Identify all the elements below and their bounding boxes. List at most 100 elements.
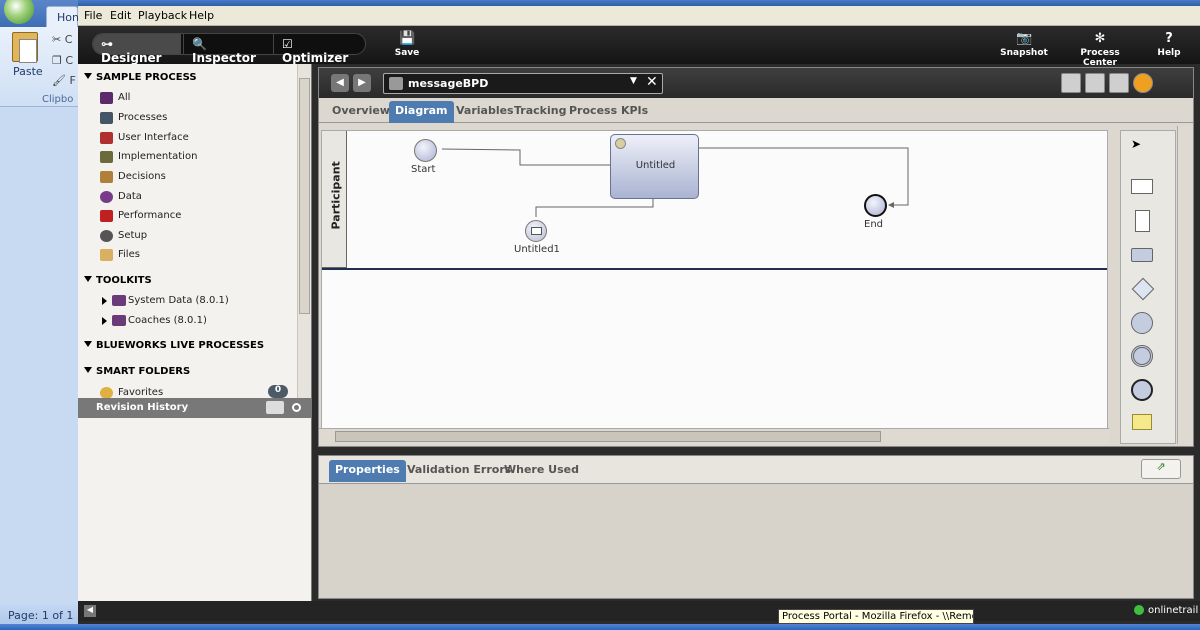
cut-button[interactable]: ✂ C [52, 33, 72, 46]
bpd-selector[interactable]: messageBPD ▼ ✕ [383, 73, 663, 94]
menu-edit[interactable]: Edit [110, 9, 131, 22]
menu-help[interactable]: Help [189, 9, 214, 22]
snapshot-label: Snapshot [1000, 48, 1048, 58]
camera-icon[interactable] [266, 401, 284, 414]
start-event-tool-icon[interactable] [1131, 312, 1153, 334]
camera-icon: 📷 [1016, 31, 1033, 46]
tab-where-used[interactable]: Where Used [504, 463, 579, 476]
save-label: Save [394, 48, 420, 58]
sidebar-item-setup[interactable]: Setup [100, 229, 147, 245]
paste-label[interactable]: Paste [13, 65, 43, 78]
diagram-canvas[interactable]: Participant Start Untitled Untitled1 End [321, 130, 1108, 430]
copy-label: C [65, 54, 74, 67]
tab-validation-errors[interactable]: Validation Errors [407, 463, 511, 476]
close-icon[interactable]: ✕ [646, 74, 658, 90]
document-icon[interactable] [1061, 73, 1081, 93]
revision-history-bar[interactable]: Revision History [78, 398, 312, 418]
sidebar-item-label: Setup [118, 230, 148, 241]
check-icon[interactable] [1085, 73, 1105, 93]
tab-tracking[interactable]: Tracking [514, 104, 566, 117]
copy-button[interactable]: ❐ C [52, 54, 73, 67]
toolkit-label: Coaches (8.0.1) [128, 315, 207, 326]
run-play-icon[interactable] [1133, 73, 1153, 93]
sidebar-item-label: Decisions [118, 171, 166, 182]
editor-tabs: Overview Diagram Variables Tracking Proc… [319, 98, 1193, 123]
end-event[interactable] [864, 194, 887, 217]
properties-tabs: Properties Validation Errors Where Used … [319, 456, 1193, 484]
section-smart-folders[interactable]: SMART FOLDERS [84, 366, 190, 377]
canvas-vertical-scrollbar[interactable] [1177, 126, 1193, 444]
bpd-process-icon [389, 77, 403, 90]
start-event[interactable] [414, 139, 437, 162]
sidebar-scrollbar[interactable] [297, 64, 311, 398]
tab-process-kpis[interactable]: Process KPIs [569, 104, 648, 117]
section-sample-process[interactable]: SAMPLE PROCESS [84, 72, 197, 83]
properties-panel: Properties Validation Errors Where Used … [318, 455, 1194, 599]
menu-playback[interactable]: Playback [138, 9, 187, 22]
export-icon[interactable]: ⇗ [1141, 459, 1181, 479]
sidebar-scroll-thumb[interactable] [299, 78, 310, 314]
revision-history-label: Revision History [96, 402, 189, 413]
paste-icon[interactable] [12, 32, 38, 63]
menu-file[interactable]: File [84, 9, 102, 22]
sidebar-item-user-interface[interactable]: User Interface [100, 131, 189, 147]
bpd-editor: ◀ ▶ messageBPD ▼ ✕ Overview Diagram Vari… [318, 67, 1194, 447]
start-label: Start [411, 164, 436, 175]
sidebar-item-files[interactable]: Files [100, 248, 140, 264]
status-bar: ◀ onlinetrail [78, 601, 1200, 621]
windows-taskbar [0, 624, 1200, 630]
activity-tool-icon[interactable] [1131, 248, 1153, 262]
question-icon: ? [1165, 31, 1173, 46]
optimizer-mode-button[interactable]: ☑ Optimizer [273, 34, 365, 65]
tab-variables[interactable]: Variables [456, 104, 514, 117]
expand-arrow-icon[interactable] [102, 317, 107, 325]
section-toolkits-label: TOOLKITS [96, 275, 152, 286]
section-toolkits[interactable]: TOOLKITS [84, 275, 152, 286]
process-icon [100, 112, 113, 124]
grid-icon [100, 92, 113, 104]
settings-circle-icon[interactable] [292, 403, 301, 412]
canvas-horizontal-scrollbar[interactable] [319, 428, 1109, 444]
toolkit-system-data[interactable]: System Data (8.0.1) [102, 294, 229, 310]
back-arrow-icon[interactable]: ◀ [331, 74, 349, 92]
tab-overview[interactable]: Overview [332, 104, 390, 117]
message-event[interactable] [525, 220, 547, 242]
collapse-arrow-icon[interactable]: ◀ [84, 605, 96, 617]
sidebar-item-implementation[interactable]: Implementation [100, 150, 197, 166]
sidebar-item-performance[interactable]: Performance [100, 209, 181, 225]
word-home-tab[interactable]: Hon [46, 6, 79, 27]
dropdown-arrow-icon[interactable]: ▼ [630, 76, 637, 86]
tab-properties[interactable]: Properties [329, 460, 406, 482]
toolkit-coaches[interactable]: Coaches (8.0.1) [102, 314, 207, 330]
sidebar-item-data[interactable]: Data [100, 190, 142, 206]
inspector-mode-button[interactable]: 🔍 Inspector [183, 34, 273, 65]
help-button[interactable]: ? Help [1154, 31, 1184, 59]
format-painter-button[interactable]: 🖌 F [52, 74, 76, 87]
inspect-icon[interactable] [1109, 73, 1129, 93]
forward-arrow-icon[interactable]: ▶ [353, 74, 371, 92]
user-interface-icon [100, 132, 113, 144]
favorites-count-badge: 0 [268, 385, 288, 398]
snapshot-button[interactable]: 📷 Snapshot [1000, 31, 1048, 59]
favorites-label: Favorites [118, 387, 164, 398]
designer-mode-button[interactable]: ⊶ Designer [93, 34, 181, 65]
end-event-tool-icon[interactable] [1131, 379, 1153, 401]
canvas-scroll-thumb[interactable] [335, 431, 881, 442]
intermediate-event-tool-icon[interactable] [1131, 345, 1153, 367]
tab-diagram[interactable]: Diagram [389, 101, 454, 123]
pointer-tool-icon[interactable]: ➤ [1131, 137, 1141, 151]
untitled-activity[interactable]: Untitled [610, 134, 699, 199]
sidebar-item-all[interactable]: All [100, 91, 130, 107]
sidebar-item-decisions[interactable]: Decisions [100, 170, 166, 186]
pool-tool-icon[interactable] [1131, 179, 1153, 194]
note-tool-icon[interactable] [1132, 414, 1152, 430]
sidebar-item-label: Data [118, 191, 142, 202]
section-blueworks[interactable]: BLUEWORKS LIVE PROCESSES [84, 340, 264, 351]
expand-arrow-icon[interactable] [102, 297, 107, 305]
gateway-tool-icon[interactable] [1131, 277, 1155, 301]
sidebar-item-processes[interactable]: Processes [100, 111, 167, 127]
properties-body [319, 484, 1193, 598]
lane-tool-icon[interactable] [1135, 210, 1150, 232]
process-center-button[interactable]: ✻ Process Center [1062, 32, 1138, 69]
save-button[interactable]: 💾 Save [394, 32, 420, 59]
